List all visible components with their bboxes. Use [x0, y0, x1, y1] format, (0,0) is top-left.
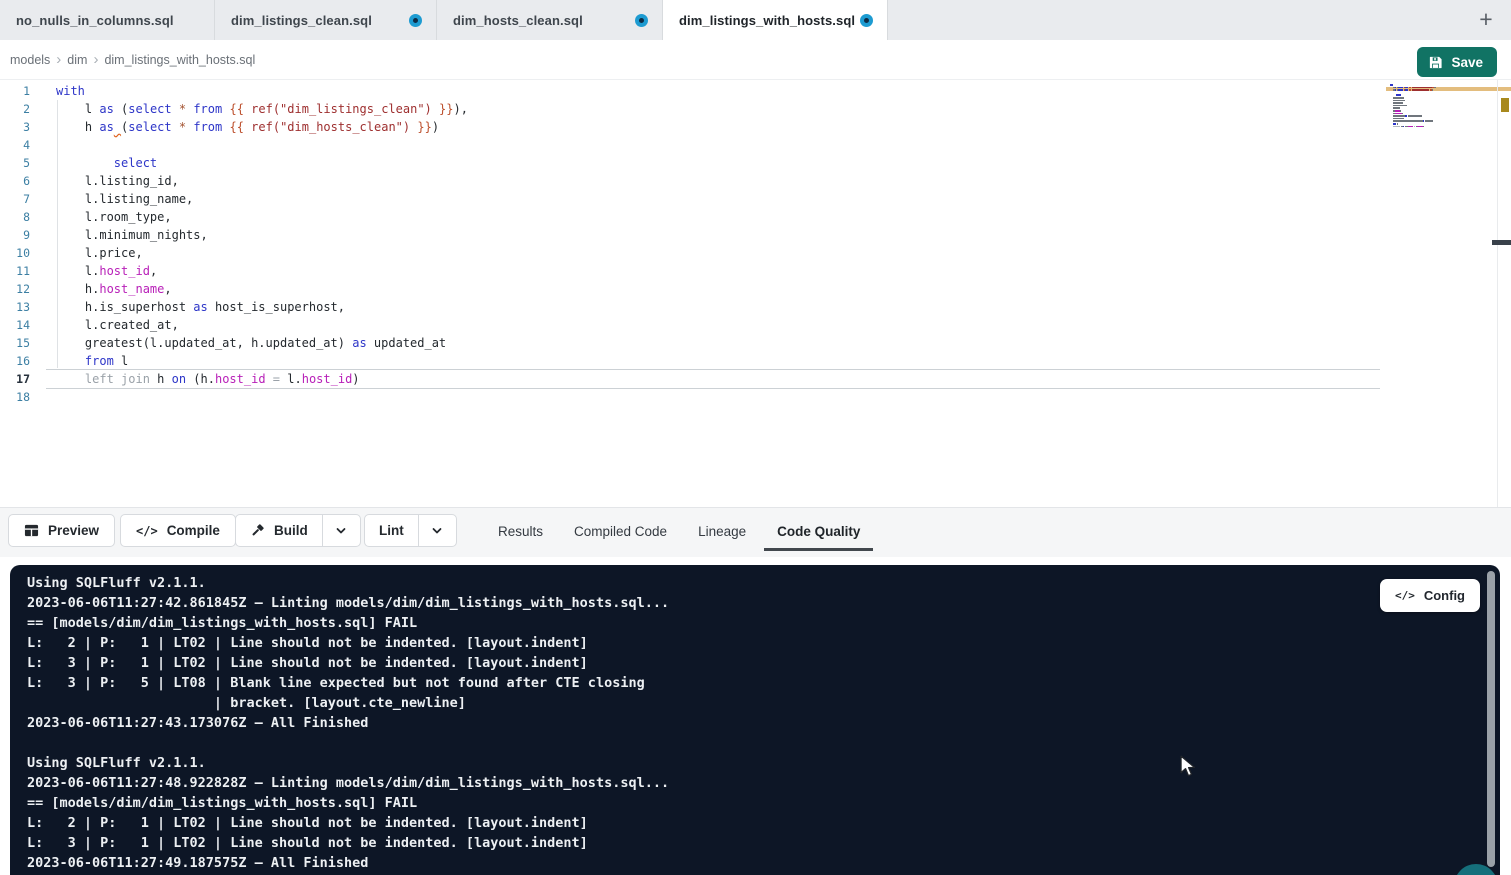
preview-label: Preview: [48, 523, 99, 538]
breadcrumb: models › dim › dim_listings_with_hosts.sql: [10, 40, 255, 80]
line-number: 16: [0, 352, 46, 370]
preview-button[interactable]: Preview: [8, 514, 115, 547]
lint-label: Lint: [379, 523, 404, 538]
tab-strip: no_nulls_in_columns.sql dim_listings_clea…: [0, 0, 1511, 40]
editor-tab[interactable]: dim_listings_with_hosts.sql: [663, 0, 888, 40]
mouse-cursor-icon: [1178, 755, 1198, 777]
breadcrumb-separator-icon: ›: [93, 51, 98, 68]
panel-tab-lineage[interactable]: Lineage: [698, 508, 746, 554]
minimap[interactable]: [1390, 84, 1464, 131]
config-label: Config: [1424, 588, 1465, 603]
code-line[interactable]: with: [56, 82, 468, 100]
tab-label: dim_listings_with_hosts.sql: [679, 13, 855, 28]
code-line[interactable]: l.room_type,: [56, 208, 468, 226]
breadcrumb-item[interactable]: models: [10, 53, 50, 67]
code-line[interactable]: l.listing_name,: [56, 190, 468, 208]
editor-tab[interactable]: no_nulls_in_columns.sql: [0, 0, 215, 40]
line-number: 2: [0, 100, 46, 118]
code-line[interactable]: l.created_at,: [56, 316, 468, 334]
line-number: 10: [0, 244, 46, 262]
dbt-ide-screen: no_nulls_in_columns.sql dim_listings_clea…: [0, 0, 1511, 875]
overview-warning-marker: [1501, 98, 1509, 112]
line-number: 8: [0, 208, 46, 226]
unsaved-changes-icon[interactable]: [635, 14, 648, 27]
build-dropdown-button[interactable]: [322, 515, 360, 546]
code-editor[interactable]: 123456789101112131415161718 with l as (s…: [0, 80, 1511, 507]
line-number: 17: [0, 370, 46, 388]
line-number: 15: [0, 334, 46, 352]
code-line[interactable]: l.minimum_nights,: [56, 226, 468, 244]
hammer-icon: [250, 523, 265, 538]
tab-label: dim_listings_clean.sql: [231, 13, 372, 28]
line-number: 12: [0, 280, 46, 298]
overview-ruler-divider: [1497, 80, 1498, 507]
lint-button[interactable]: Lint: [365, 515, 418, 546]
code-line[interactable]: l.host_id,: [56, 262, 468, 280]
code-line[interactable]: from l: [56, 352, 468, 370]
line-number: 9: [0, 226, 46, 244]
line-number: 1: [0, 82, 46, 100]
chevron-down-icon: [431, 525, 443, 537]
code-line[interactable]: select: [56, 154, 468, 172]
code-line[interactable]: h.host_name,: [56, 280, 468, 298]
build-button[interactable]: Build: [236, 515, 322, 546]
overview-cursor-marker[interactable]: [1492, 240, 1511, 245]
compile-label: Compile: [167, 523, 220, 538]
lint-dropdown-button[interactable]: [418, 515, 456, 546]
code-line[interactable]: [56, 136, 468, 154]
breadcrumb-separator-icon: ›: [56, 51, 61, 68]
panel-tab-results[interactable]: Results: [498, 508, 543, 554]
code-line[interactable]: greatest(l.updated_at, h.updated_at) as …: [56, 334, 468, 352]
code-line[interactable]: l.price,: [56, 244, 468, 262]
unsaved-changes-icon[interactable]: [860, 14, 873, 27]
chevron-down-icon: [335, 525, 347, 537]
line-number: 5: [0, 154, 46, 172]
code-brackets-icon: </>: [136, 524, 158, 538]
line-number: 7: [0, 190, 46, 208]
panel-tab-code-quality[interactable]: Code Quality: [777, 508, 860, 554]
preview-table-icon: [24, 523, 39, 538]
breadcrumb-bar: models › dim › dim_listings_with_hosts.sql S…: [0, 40, 1511, 80]
line-number: 3: [0, 118, 46, 136]
unsaved-changes-icon[interactable]: [409, 14, 422, 27]
lint-button-group: Lint: [364, 514, 457, 547]
code-line[interactable]: [56, 388, 468, 406]
code-brackets-icon: </>: [1395, 589, 1415, 602]
line-number: 6: [0, 172, 46, 190]
save-label: Save: [1451, 55, 1483, 70]
code-line[interactable]: left join h on (h.host_id = l.host_id): [56, 370, 468, 388]
build-button-group: Build: [235, 514, 361, 547]
line-number: 14: [0, 316, 46, 334]
line-number: 13: [0, 298, 46, 316]
config-button[interactable]: </> Config: [1380, 579, 1480, 612]
line-number: 4: [0, 136, 46, 154]
editor-tab[interactable]: dim_listings_clean.sql: [215, 0, 437, 40]
code-line[interactable]: l as (select * from {{ ref("dim_listings…: [56, 100, 468, 118]
code-line[interactable]: l.listing_id,: [56, 172, 468, 190]
line-number: 11: [0, 262, 46, 280]
terminal-scrollbar[interactable]: [1487, 571, 1495, 867]
editor-tab[interactable]: dim_hosts_clean.sql: [437, 0, 663, 40]
editor-tab-bar: no_nulls_in_columns.sql dim_listings_clea…: [0, 0, 1511, 40]
panel-tabs: Results Compiled Code Lineage Code Quality: [498, 508, 860, 554]
line-number: 18: [0, 388, 46, 406]
action-bar: Preview </> Compile Build Lint: [0, 507, 1511, 557]
save-floppy-icon: [1428, 55, 1443, 70]
save-button[interactable]: Save: [1417, 47, 1497, 77]
panel-tab-compiled-code[interactable]: Compiled Code: [574, 508, 667, 554]
code-line[interactable]: h.is_superhost as host_is_superhost,: [56, 298, 468, 316]
terminal-output: Using SQLFluff v2.1.1. 2023-06-06T11:27:…: [27, 573, 669, 873]
breadcrumb-item[interactable]: dim_listings_with_hosts.sql: [104, 53, 255, 67]
terminal-panel: Using SQLFluff v2.1.1. 2023-06-06T11:27:…: [10, 565, 1500, 875]
code-content[interactable]: with l as (select * from {{ ref("dim_lis…: [56, 82, 468, 406]
code-line[interactable]: h as (select * from {{ ref("dim_hosts_cl…: [56, 118, 468, 136]
line-number-gutter: 123456789101112131415161718: [0, 82, 46, 406]
build-label: Build: [274, 523, 308, 538]
tab-label: no_nulls_in_columns.sql: [16, 13, 174, 28]
new-tab-button[interactable]: +: [1473, 4, 1499, 34]
tab-label: dim_hosts_clean.sql: [453, 13, 583, 28]
breadcrumb-item[interactable]: dim: [67, 53, 87, 67]
compile-button[interactable]: </> Compile: [120, 514, 236, 547]
